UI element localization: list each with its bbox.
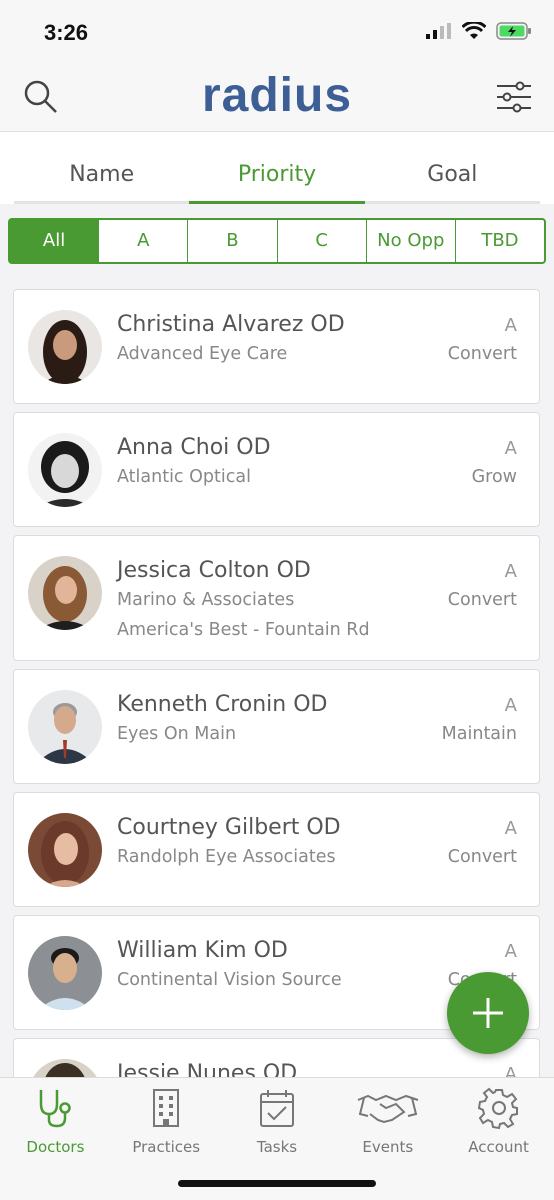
avatar [28, 556, 102, 630]
tab-doctors[interactable]: Doctors [0, 1078, 111, 1200]
doctor-priority: A [504, 438, 517, 459]
doctor-name: Anna Choi OD [117, 435, 271, 460]
doctor-name: Christina Alvarez OD [117, 312, 345, 337]
tab-priority[interactable]: Priority [189, 132, 365, 204]
doctor-practice: Marino & Associates [117, 590, 295, 610]
filter-c[interactable]: C [278, 220, 367, 262]
doctor-name: Jessica Colton OD [117, 558, 311, 583]
doctor-name: Courtney Gilbert OD [117, 815, 341, 840]
add-button[interactable] [447, 972, 529, 1054]
plus-icon [473, 998, 503, 1028]
filter-no-opp[interactable]: No Opp [367, 220, 456, 262]
doctor-practice: Advanced Eye Care [117, 344, 288, 364]
signal-icon [426, 23, 451, 39]
home-indicator [178, 1180, 376, 1187]
building-icon [153, 1089, 180, 1127]
gear-icon [477, 1087, 518, 1130]
doctor-name: William Kim OD [117, 938, 288, 963]
status-bar: 3:26 [0, 0, 554, 62]
doctor-priority: A [504, 818, 517, 839]
app-header: radius [0, 62, 554, 132]
doctor-practice: Continental Vision Source [117, 970, 342, 990]
filter-tbd[interactable]: TBD [456, 220, 544, 262]
doctor-practice: Atlantic Optical [117, 467, 251, 487]
tab-label: Doctors [26, 1138, 85, 1156]
doctor-practice: Eyes On Main [117, 724, 237, 744]
handshake-icon [357, 1094, 419, 1124]
tab-label: Events [362, 1138, 414, 1156]
filter-button[interactable] [496, 80, 532, 114]
stethoscope-icon [40, 1090, 72, 1128]
sort-tabs: Name Priority Goal [0, 132, 554, 204]
doctor-goal: Convert [447, 847, 517, 867]
doctor-practice: Randolph Eye Associates [117, 847, 336, 867]
doctor-card[interactable]: Jessica Colton OD Marino & Associates Am… [13, 535, 540, 661]
priority-filter: All A B C No Opp TBD [8, 218, 546, 264]
doctor-goal: Grow [471, 467, 517, 487]
battery-icon [496, 22, 531, 40]
doctor-card[interactable]: Christina Alvarez OD Advanced Eye Care A… [13, 289, 540, 404]
tab-label: Practices [132, 1138, 201, 1156]
avatar [28, 690, 102, 764]
app-logo: radius [201, 69, 353, 122]
doctor-priority: A [504, 941, 517, 962]
avatar [28, 813, 102, 887]
avatar [28, 936, 102, 1010]
doctor-priority: A [504, 561, 517, 582]
calendar-check-icon [259, 1090, 294, 1127]
doctor-priority: A [504, 315, 517, 336]
filter-b[interactable]: B [188, 220, 278, 262]
tab-label: Tasks [256, 1138, 298, 1156]
doctor-card[interactable]: Kenneth Cronin OD Eyes On Main A Maintai… [13, 669, 540, 784]
wifi-icon [462, 22, 486, 39]
status-icons [426, 22, 532, 40]
filter-a[interactable]: A [99, 220, 189, 262]
doctor-goal: Maintain [441, 724, 517, 744]
tab-account[interactable]: Account [443, 1078, 554, 1200]
doctor-name: Kenneth Cronin OD [117, 692, 328, 717]
doctor-priority: A [504, 695, 517, 716]
sliders-icon [497, 81, 531, 113]
doctor-card[interactable]: Courtney Gilbert OD Randolph Eye Associa… [13, 792, 540, 907]
tab-goal[interactable]: Goal [364, 132, 540, 204]
status-time: 3:26 [44, 20, 89, 45]
doctor-goal: Convert [447, 344, 517, 364]
doctor-goal: Convert [447, 590, 517, 610]
filter-all[interactable]: All [10, 220, 100, 262]
tab-name[interactable]: Name [14, 132, 190, 204]
avatar [28, 310, 102, 384]
tab-label: Account [468, 1138, 529, 1156]
avatar [28, 433, 102, 507]
doctor-practice-secondary: America's Best - Fountain Rd [117, 620, 370, 640]
doctor-card[interactable]: Anna Choi OD Atlantic Optical A Grow [13, 412, 540, 527]
